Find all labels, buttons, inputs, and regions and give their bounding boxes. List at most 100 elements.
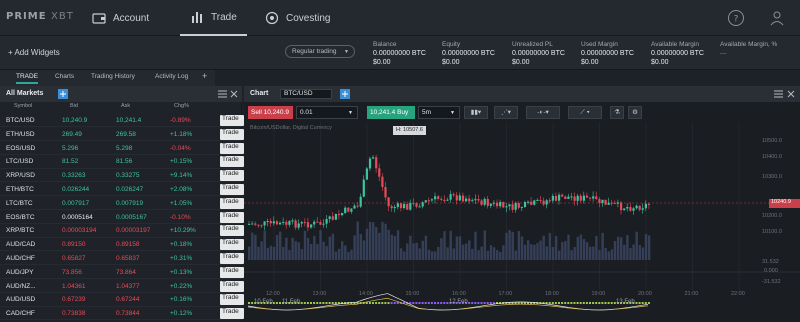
trade-button[interactable]: Trade <box>220 239 244 251</box>
trade-button[interactable]: Trade <box>220 184 244 195</box>
trade-button[interactable]: Trade <box>220 266 244 278</box>
trade-button[interactable]: Trade <box>220 308 244 320</box>
trade-button[interactable]: Trade <box>220 170 244 182</box>
market-row[interactable]: ETH/USD 269.49 269.58 +1.18% Trade <box>0 128 244 141</box>
candle-body <box>341 212 344 216</box>
settings-button[interactable]: ⚙ <box>628 106 642 119</box>
bid-cell: 5.296 <box>62 144 79 152</box>
volume-bar <box>331 233 335 260</box>
time-label: 19:00 <box>591 291 606 297</box>
market-row[interactable]: AUD/NZ... 1.04361 1.04377 +0.22% Trade <box>0 280 244 293</box>
volume-bar <box>561 242 564 260</box>
price-chart[interactable] <box>244 122 800 322</box>
market-row[interactable]: LTC/BTC 0.007917 0.007919 +1.05% Trade <box>0 197 244 210</box>
market-row[interactable]: ETH/BTC 0.026244 0.026247 +2.08% Trade <box>0 183 244 197</box>
crosshair-button[interactable]: -◐-▾ <box>526 106 560 119</box>
trade-button[interactable]: Trade <box>220 197 244 209</box>
help-icon[interactable]: ? <box>727 9 745 27</box>
col-chg[interactable]: Chg% <box>174 103 189 109</box>
candle-body <box>300 222 303 224</box>
sell-button[interactable]: Sell 10,240.9 <box>248 106 293 119</box>
market-row[interactable]: LTC/USD 81.52 81.56 +0.15% Trade <box>0 155 244 169</box>
add-tab-button[interactable]: + <box>202 71 207 81</box>
buy-button[interactable]: 10,241.4 Buy <box>367 106 415 119</box>
candle-body <box>517 203 520 208</box>
volume-bar <box>502 245 505 260</box>
volume-bar <box>499 251 502 260</box>
candle-body <box>461 195 465 202</box>
volume-bar <box>573 246 576 260</box>
col-ask[interactable]: Ask <box>121 103 130 109</box>
market-row[interactable]: CAD/CHF 0.73838 0.73844 +0.12% Trade <box>0 307 244 321</box>
menu-icon[interactable] <box>218 90 227 98</box>
symbol-cell: ETH/BTC <box>6 186 34 193</box>
indicators-button[interactable]: ⋰▾ <box>494 106 518 119</box>
volume-bar <box>452 248 455 260</box>
market-row[interactable]: AUD/CHF 0.65827 0.65837 +0.31% Trade <box>0 252 244 266</box>
candle-body <box>313 221 316 225</box>
candle-body <box>393 207 396 209</box>
candle-body <box>427 200 430 202</box>
market-row[interactable]: EOS/USD 5.296 5.298 -0.04% Trade <box>0 142 244 155</box>
volume-bar <box>567 234 570 260</box>
trade-button[interactable]: Trade <box>220 115 244 126</box>
candle-body <box>527 201 530 203</box>
close-icon[interactable] <box>787 90 795 98</box>
nav-account[interactable]: Account <box>92 0 149 36</box>
drawing-tool-button[interactable]: ⟋ ▾ <box>568 106 602 119</box>
price-label: 10400.0 <box>762 154 782 160</box>
quantity-input[interactable]: 0.01 ▼ <box>296 106 358 119</box>
market-row[interactable]: AUD/CAD 0.89150 0.89158 +0.18% Trade <box>0 238 244 252</box>
market-row[interactable]: AUD/USD 0.67239 0.67244 +0.16% Trade <box>0 293 244 307</box>
tab-trading-history[interactable]: Trading History <box>91 73 135 80</box>
price-label: 10500.0 <box>762 138 782 144</box>
menu-icon[interactable] <box>774 90 783 98</box>
nav-covesting[interactable]: Covesting <box>265 0 330 36</box>
ask-cell: 0.33275 <box>116 172 140 180</box>
col-symbol[interactable]: Symbol <box>14 103 32 109</box>
trade-button[interactable]: Trade <box>220 128 244 140</box>
candle-body <box>288 221 291 225</box>
col-bid[interactable]: Bid <box>70 103 78 109</box>
market-row[interactable]: XRP/USD 0.33263 0.33275 +9.14% Trade <box>0 169 244 183</box>
trade-button[interactable]: Trade <box>220 253 244 264</box>
volume-bar <box>251 232 254 260</box>
market-row[interactable]: EOS/BTC 0.0005164 0.0005167 -0.10% Trade <box>0 211 244 224</box>
trading-mode-select[interactable]: Regular trading ▼ <box>285 45 355 58</box>
market-row[interactable]: AUD/JPY 73.856 73.864 +0.13% Trade <box>0 266 244 279</box>
histogram-bar <box>477 302 480 304</box>
trade-button[interactable]: Trade <box>220 211 244 223</box>
candle-body <box>530 201 533 205</box>
trade-button[interactable]: Trade <box>220 142 244 154</box>
volume-bar <box>375 227 378 260</box>
svg-text:?: ? <box>734 15 739 25</box>
tab-trade[interactable]: TRADE <box>16 73 39 84</box>
candle-body <box>471 200 474 202</box>
user-icon[interactable] <box>768 9 786 27</box>
nav-trade[interactable]: Trade <box>180 0 247 36</box>
expand-icon[interactable] <box>340 89 350 99</box>
histogram-bar <box>437 302 440 304</box>
trade-button[interactable]: Trade <box>220 225 244 237</box>
trade-button[interactable]: Trade <box>220 156 244 168</box>
volume-bar <box>486 250 490 260</box>
tab-activity-log[interactable]: Activity Log <box>155 73 188 80</box>
logo[interactable]: PRIME XBT <box>6 11 74 22</box>
ask-cell: 0.026247 <box>116 186 144 193</box>
expand-icon[interactable] <box>58 89 68 99</box>
tab-charts[interactable]: Charts <box>55 73 74 80</box>
volume-bar <box>458 236 462 260</box>
chart-type-button[interactable]: ▮▮▾ <box>464 106 488 119</box>
market-row[interactable]: XRP/BTC 0.00003194 0.00003197 +10.29% Trade <box>0 224 244 238</box>
flask-button[interactable]: ⚗ <box>610 106 624 119</box>
add-widgets-button[interactable]: + Add Widgets <box>8 48 60 57</box>
candle-body <box>344 207 347 213</box>
symbol-input[interactable]: BTC/USD <box>280 89 332 99</box>
trade-button[interactable]: Trade <box>220 280 244 292</box>
price-label: 10200.0 <box>762 213 782 219</box>
interval-select[interactable]: 5m ▼ <box>418 106 460 119</box>
close-icon[interactable] <box>230 90 238 98</box>
candle-body <box>437 196 440 199</box>
market-row[interactable]: BTC/USD 10,240.9 10,241.4 -0.89% Trade <box>0 114 244 128</box>
trade-button[interactable]: Trade <box>220 294 244 306</box>
